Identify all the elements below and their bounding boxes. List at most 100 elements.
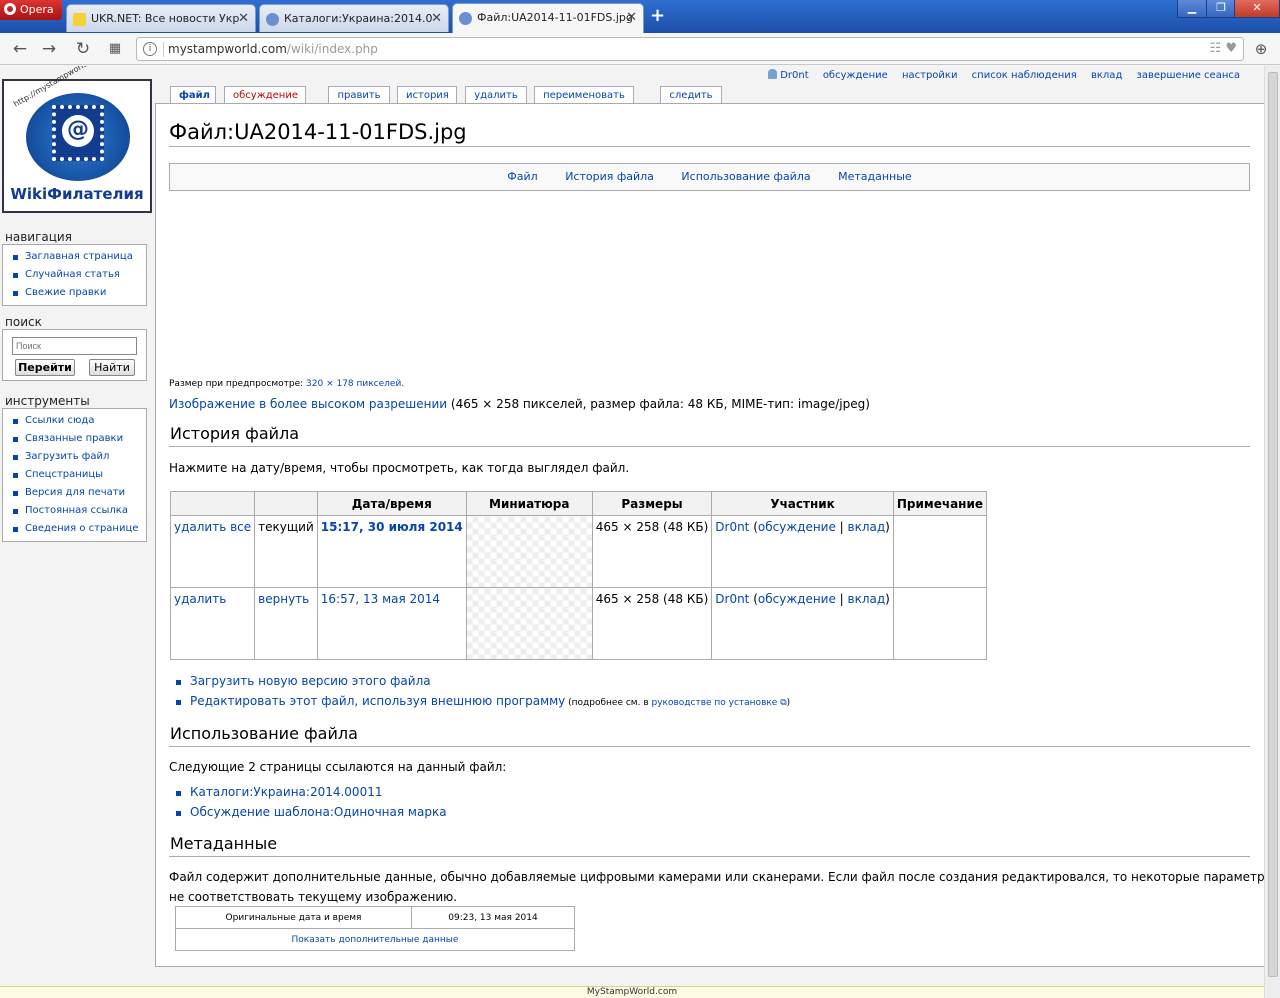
- hires-info: (465 × 258 пикселей, размер файла: 48 КБ…: [447, 397, 870, 411]
- tab-delete-label: удалить: [474, 90, 518, 101]
- history-user-link[interactable]: Dr0nt: [715, 520, 749, 534]
- maximize-button[interactable]: ❐: [1206, 0, 1236, 18]
- table-header: Участник: [711, 491, 894, 516]
- reader-icon[interactable]: ☷: [1210, 41, 1222, 56]
- tab-file-label: файл: [179, 90, 211, 101]
- show-more-metadata-link[interactable]: Показать дополнительные данные: [292, 935, 459, 945]
- history-date-link[interactable]: 15:17, 30 июля 2014: [321, 520, 463, 534]
- sidebar-item-print[interactable]: Версия для печати: [3, 485, 146, 503]
- delete-link[interactable]: удалить: [174, 592, 226, 606]
- reload-button[interactable]: ↻: [72, 38, 94, 60]
- history-comment-cell: [892, 587, 988, 660]
- usage-link[interactable]: Каталоги:Украина:2014.00011: [190, 785, 382, 799]
- history-thumbnail[interactable]: [465, 515, 593, 588]
- close-icon[interactable]: ✕: [431, 11, 442, 26]
- personal-logout-link[interactable]: завершение сеанса: [1137, 70, 1240, 81]
- history-user-talk-link[interactable]: обсуждение: [758, 592, 836, 606]
- metadata-table: Оригинальные дата и время 09:23, 13 мая …: [175, 906, 575, 951]
- sidebar-item-whatlinkshere[interactable]: Ссылки сюда: [3, 413, 146, 431]
- hires-line: Изображение в более высоком разрешении (…: [169, 397, 870, 411]
- upload-new-version-link[interactable]: Загрузить новую версию этого файла: [190, 674, 431, 688]
- navigation-heading: навигация: [5, 230, 72, 244]
- history-user-contribs-link[interactable]: вклад: [848, 520, 886, 534]
- history-user-contribs-link[interactable]: вклад: [848, 592, 886, 606]
- history-user-link[interactable]: Dr0nt: [715, 592, 749, 606]
- revert-link[interactable]: вернуть: [258, 592, 309, 606]
- personal-contributions-link[interactable]: вклад: [1091, 70, 1122, 81]
- usage-divider: [169, 746, 1250, 747]
- usage-link[interactable]: Обсуждение шаблона:Одиночная марка: [190, 805, 447, 819]
- url-path: /wiki/index.php: [286, 42, 378, 56]
- sidebar-item-permalink[interactable]: Постоянная ссылка: [3, 503, 146, 521]
- address-url[interactable]: mystampworld.com/wiki/index.php: [168, 42, 378, 56]
- ukrnet-favicon-icon: [73, 13, 86, 26]
- delete-all-link[interactable]: удалить все: [174, 520, 251, 534]
- external-link-icon: ⧉: [777, 698, 787, 708]
- heart-icon[interactable]: ♥: [1225, 41, 1237, 56]
- toc-link-file[interactable]: Файл: [507, 170, 537, 183]
- search-portlet: Перейти Найти: [2, 329, 147, 381]
- scrollbar-thumb[interactable]: [1268, 72, 1278, 977]
- downloads-button[interactable]: ⊕: [1250, 38, 1272, 60]
- go-button[interactable]: Перейти: [15, 359, 75, 376]
- wiki-favicon-icon: [459, 12, 472, 25]
- minimize-button[interactable]: ▁: [1177, 0, 1207, 18]
- edit-external-close: ): [786, 698, 791, 708]
- opera-menu-button[interactable]: Opera: [0, 0, 62, 20]
- table-header: Размеры: [591, 491, 713, 516]
- personal-preferences-link[interactable]: настройки: [902, 70, 958, 81]
- sidebar-item-special-pages[interactable]: Спецстраницы: [3, 467, 146, 485]
- preview-size-label: Размер при предпросмотре:: [169, 379, 307, 389]
- close-icon[interactable]: ✕: [238, 11, 249, 26]
- sidebar-item-page-info[interactable]: Сведения о странице: [3, 521, 146, 539]
- sidebar-item-upload[interactable]: Загрузить файл: [3, 449, 146, 467]
- table-header: [169, 491, 256, 516]
- history-size-cell: 465 × 258 (48 КБ): [591, 587, 713, 660]
- history-user-cell: Dr0nt (обсуждение | вклад): [711, 515, 894, 588]
- sidebar-item-recent-changes[interactable]: Свежие правки: [3, 285, 146, 303]
- personal-talk-link[interactable]: обсуждение: [823, 70, 888, 81]
- hires-link[interactable]: Изображение в более высоком разрешении: [169, 397, 447, 411]
- browser-tab-ukrnet[interactable]: UKR.NET: Все новости Укр ✕: [66, 4, 256, 32]
- browser-tab-catalog[interactable]: Каталоги:Украина:2014.0 ✕: [259, 4, 449, 32]
- site-info-icon[interactable]: i: [143, 42, 157, 56]
- speed-dial-button[interactable]: ▦: [104, 38, 126, 60]
- browser-tab-file[interactable]: Файл:UA2014-11-01FDS.jpg ✕: [452, 3, 644, 33]
- usage-text: Следующие 2 страницы ссылаются на данный…: [169, 760, 507, 774]
- preview-size-link[interactable]: 320 × 178 пикселей.: [306, 379, 404, 389]
- site-logo[interactable]: @ http://mystampworld.com/wiki WikiФилат…: [2, 66, 152, 213]
- history-thumbnail[interactable]: [465, 587, 593, 660]
- edit-external-link[interactable]: Редактировать этот файл, используя внешн…: [190, 694, 565, 708]
- search-input[interactable]: [12, 337, 137, 355]
- sidebar-item-label: Случайная статья: [25, 269, 120, 280]
- history-action-cell: удалить: [169, 587, 256, 660]
- close-icon[interactable]: ✕: [626, 10, 637, 25]
- search-button[interactable]: Найти: [89, 359, 135, 376]
- new-tab-button[interactable]: +: [650, 5, 665, 26]
- toc-link-history[interactable]: История файла: [565, 170, 654, 183]
- history-date-cell: 16:57, 13 мая 2014: [316, 587, 467, 660]
- personal-user-link[interactable]: Dr0nt: [780, 70, 808, 81]
- table-header: Дата/время: [316, 491, 467, 516]
- toc-link-usage[interactable]: Использование файла: [681, 170, 810, 183]
- sidebar-item-random[interactable]: Случайная статья: [3, 267, 146, 285]
- tab-watch-label: следить: [669, 90, 713, 101]
- sidebar-item-label: Связанные правки: [25, 433, 124, 444]
- minimize-icon: ▁: [1187, 1, 1197, 14]
- history-user-talk-link[interactable]: обсуждение: [758, 520, 836, 534]
- vertical-scrollbar[interactable]: [1264, 66, 1280, 998]
- address-bar[interactable]: i mystampworld.com/wiki/index.php ☷ ♥: [136, 37, 1244, 61]
- install-guide-link[interactable]: руководстве по установке: [651, 698, 777, 708]
- tab-title: Каталоги:Украина:2014.0: [284, 12, 433, 25]
- forward-button[interactable]: →: [38, 38, 60, 60]
- table-row: удалить вернуть 16:57, 13 мая 2014 465 ×…: [169, 587, 988, 660]
- toc-link-metadata[interactable]: Метаданные: [838, 170, 912, 183]
- sidebar-item-main-page[interactable]: Заглавная страница: [3, 249, 146, 267]
- history-date-link[interactable]: 16:57, 13 мая 2014: [321, 592, 440, 606]
- sidebar-item-related-changes[interactable]: Связанные правки: [3, 431, 146, 449]
- navigation-portlet: Заглавная страница Случайная статья Свеж…: [2, 244, 147, 306]
- personal-watchlist-link[interactable]: список наблюдения: [972, 70, 1077, 81]
- history-action-cell: удалить все: [169, 515, 256, 588]
- window-close-button[interactable]: ✕: [1234, 0, 1280, 18]
- back-button[interactable]: ←: [9, 38, 31, 60]
